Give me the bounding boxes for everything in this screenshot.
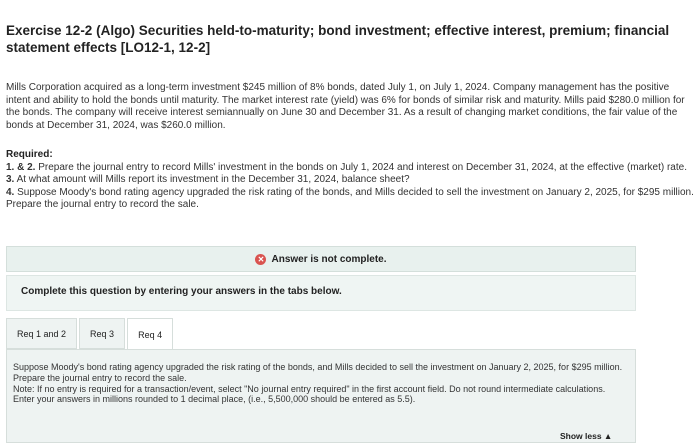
required-item: 1. & 2. Prepare the journal entry to rec… — [6, 162, 696, 174]
required-item: 4. Suppose Moody's bond rating agency up… — [6, 187, 696, 212]
required-list: 1. & 2. Prepare the journal entry to rec… — [6, 162, 696, 212]
tab-req-1-and-2[interactable]: Req 1 and 2 — [6, 318, 78, 349]
x-circle-icon: ✕ — [255, 253, 267, 265]
panel-note: Note: If no entry is required for a tran… — [13, 383, 606, 405]
required-item-number: 1. & 2. — [6, 162, 36, 173]
required-item-text: At what amount will Mills report its inv… — [16, 174, 410, 186]
required-heading: Required: — [6, 149, 53, 160]
tab-bar: Req 1 and 2 Req 3 Req 4 — [6, 318, 175, 350]
answer-status-text: Answer is not complete. — [271, 253, 387, 265]
required-item-number: 4. — [6, 186, 15, 198]
tab-panel: Suppose Moody's bond rating agency upgra… — [6, 349, 636, 443]
required-item: 3. At what amount will Mills report its … — [6, 174, 696, 186]
tab-req-3[interactable]: Req 3 — [79, 318, 126, 349]
required-item-text: Prepare the journal entry to record Mill… — [38, 162, 687, 173]
answer-status-banner: ✕ Answer is not complete. — [6, 246, 636, 272]
panel-question: Suppose Moody's bond rating agency upgra… — [13, 362, 623, 383]
exercise-title: Exercise 12-2 (Algo) Securities held-to-… — [6, 23, 670, 55]
required-item-number: 3. — [6, 174, 15, 186]
required-item-text: Suppose Moody's bond rating agency upgra… — [6, 186, 694, 211]
tab-req-4[interactable]: Req 4 — [127, 318, 174, 350]
complete-prompt: Complete this question by entering your … — [6, 275, 636, 311]
show-less-link[interactable]: Show less ▲ — [560, 431, 612, 441]
exercise-intro: Mills Corporation acquired as a long-ter… — [6, 82, 685, 131]
